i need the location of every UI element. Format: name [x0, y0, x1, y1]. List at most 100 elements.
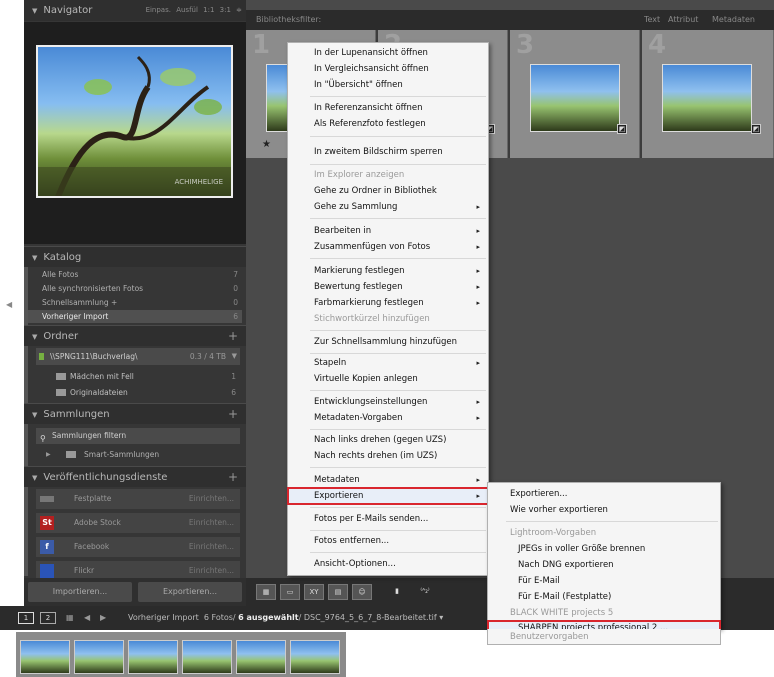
drive-row[interactable]: \\SPNG111\Buchverlag\ 0.3 / 4 TB ▼: [36, 348, 240, 365]
menu-item-add-quick-collection[interactable]: Zur Schnellsammlung hinzufügen: [288, 334, 488, 350]
grid-view-button[interactable]: ▦: [256, 584, 276, 600]
navigator-header[interactable]: ▼ Navigator Einpas. Ausfül 1:1 3:1 ≑: [24, 0, 246, 21]
menu-item-edit-in[interactable]: Bearbeiten in ▸: [288, 223, 488, 239]
vine-photo-graphic: [38, 55, 231, 196]
submenu-item-for-email-disk[interactable]: Für E-Mail (Festplatte): [488, 589, 720, 605]
edited-badge-icon: ◩: [617, 124, 627, 134]
submenu-item-export-dng[interactable]: Nach DNG exportieren: [488, 557, 720, 573]
add-collection-icon[interactable]: +: [228, 404, 238, 425]
submenu-item-export[interactable]: Exportieren...: [488, 486, 720, 502]
publish-service-flickr[interactable]: Flickr Einrichten...: [36, 561, 240, 578]
menu-item-open-loupe[interactable]: In der Lupenansicht öffnen: [288, 45, 488, 61]
menu-item-develop-settings[interactable]: Entwicklungseinstellungen ▸: [288, 394, 488, 410]
thumbnail-image[interactable]: [662, 64, 752, 132]
submenu-item-for-email[interactable]: Für E-Mail: [488, 573, 720, 589]
forward-arrow-icon[interactable]: ▶: [100, 606, 106, 630]
star-icon[interactable]: ★: [262, 139, 271, 150]
setup-button[interactable]: Einrichten...: [189, 561, 234, 578]
menu-item-export[interactable]: Exportieren ▸: [287, 487, 489, 505]
publish-services-header[interactable]: ▼ Veröffentlichungsdienste +: [24, 466, 246, 487]
menu-item-email-photos[interactable]: Fotos per E-Mails senden...: [288, 511, 488, 527]
smart-collections-item[interactable]: ▶ Smart-Sammlungen: [36, 448, 240, 461]
setup-button[interactable]: Einrichten...: [189, 513, 234, 533]
export-button[interactable]: Exportieren...: [138, 582, 242, 602]
filmstrip-thumbnail[interactable]: [74, 640, 124, 674]
grid-cell[interactable]: 3 ◩: [510, 30, 640, 158]
people-view-button[interactable]: ☺: [352, 584, 372, 600]
sort-icon[interactable]: ⁽ᴬ₂⁾: [414, 584, 436, 600]
menu-item-metadata[interactable]: Metadaten ▸: [288, 472, 488, 488]
menu-item-metadata-presets[interactable]: Metadaten-Vorgaben ▸: [288, 410, 488, 426]
menu-item-set-reference[interactable]: Als Referenzfoto festlegen: [288, 116, 488, 132]
filmstrip-thumbnail[interactable]: [128, 640, 178, 674]
ordner-header[interactable]: ▼ Ordner +: [24, 325, 246, 346]
sammlungen-header[interactable]: ▼ Sammlungen +: [24, 403, 246, 424]
menu-item-open-reference[interactable]: In Referenzansicht öffnen: [288, 100, 488, 116]
menu-separator: [310, 530, 486, 531]
menu-item-rotate-left[interactable]: Nach links drehen (gegen UZS): [288, 432, 488, 448]
collection-filter-input[interactable]: ⚲ Sammlungen filtern: [36, 428, 240, 444]
publish-service-facebook[interactable]: f Facebook Einrichten...: [36, 537, 240, 557]
menu-item-open-survey[interactable]: In "Übersicht" öffnen: [288, 77, 488, 93]
add-service-icon[interactable]: +: [228, 467, 238, 488]
filter-text-tab[interactable]: Text: [644, 10, 660, 30]
filmstrip-source-info[interactable]: Vorheriger Import 6 Fotos/ 6 ausgewählt/…: [128, 606, 443, 630]
menu-item-merge-photos[interactable]: Zusammenfügen von Fotos ▸: [288, 239, 488, 255]
submenu-item-export-previous[interactable]: Wie vorher exportieren: [488, 502, 720, 518]
folder-item[interactable]: Mädchen mit Fell 1: [36, 370, 240, 383]
menu-item-view-options[interactable]: Ansicht-Optionen...: [288, 556, 488, 572]
filmstrip-thumbnail[interactable]: [290, 640, 340, 674]
filter-attribute-tab[interactable]: Attribut: [668, 10, 698, 30]
filter-metadata-tab[interactable]: Metadaten: [712, 10, 755, 30]
menu-item-set-flag[interactable]: Markierung festlegen ▸: [288, 263, 488, 279]
menu-item-go-to-collection[interactable]: Gehe zu Sammlung ▸: [288, 199, 488, 215]
menu-item-lock-second-screen[interactable]: In zweitem Bildschirm sperren: [288, 144, 488, 160]
submenu-item-label: Wie vorher exportieren: [510, 505, 608, 515]
katalog-item[interactable]: Schnellsammlung + 0: [28, 296, 242, 309]
katalog-item[interactable]: Alle Fotos 7: [28, 268, 242, 281]
menu-separator: [310, 330, 486, 331]
submenu-arrow-icon: ▸: [476, 492, 480, 500]
navigator-preview-image[interactable]: ACHIMHELIGE: [36, 45, 233, 198]
loupe-view-button[interactable]: ▭: [280, 584, 300, 600]
katalog-item-label: Schnellsammlung +: [42, 298, 118, 307]
menu-item-set-color-label[interactable]: Farbmarkierung festlegen ▸: [288, 295, 488, 311]
publish-service-adobe-stock[interactable]: St Adobe Stock Einrichten...: [36, 513, 240, 533]
left-panel: ▼ Navigator Einpas. Ausfül 1:1 3:1 ≑ ACHI…: [24, 0, 246, 606]
filmstrip-thumbnail[interactable]: [236, 640, 286, 674]
katalog-item-selected[interactable]: Vorheriger Import 6: [28, 310, 242, 323]
menu-item-rotate-right[interactable]: Nach rechts drehen (im UZS): [288, 448, 488, 464]
publish-service-festplatte[interactable]: Festplatte Einrichten...: [36, 489, 240, 509]
window-1-button[interactable]: 1: [18, 612, 34, 624]
katalog-header[interactable]: ▼ Katalog: [24, 246, 246, 267]
navigator-zoom-options[interactable]: Einpas. Ausfül 1:1 3:1 ≑: [146, 0, 242, 21]
window-2-button[interactable]: 2: [40, 612, 56, 624]
panel-collapse-arrow-icon[interactable]: ◀: [6, 300, 12, 309]
dropdown-icon[interactable]: ▼: [232, 348, 237, 365]
menu-item-set-rating[interactable]: Bewertung festlegen ▸: [288, 279, 488, 295]
menu-item-go-to-folder[interactable]: Gehe zu Ordner in Bibliothek: [288, 183, 488, 199]
filmstrip-thumbnail[interactable]: [182, 640, 232, 674]
survey-view-button[interactable]: ▤: [328, 584, 348, 600]
filmstrip-thumbnail[interactable]: [20, 640, 70, 674]
menu-item-open-compare[interactable]: In Vergleichsansicht öffnen: [288, 61, 488, 77]
add-folder-icon[interactable]: +: [228, 326, 238, 347]
submenu-item-label: JPEGs in voller Größe brennen: [518, 544, 646, 554]
setup-button[interactable]: Einrichten...: [189, 537, 234, 557]
submenu-item-burn-jpegs[interactable]: JPEGs in voller Größe brennen: [488, 541, 720, 557]
import-button[interactable]: Importieren...: [28, 582, 132, 602]
menu-item-stack[interactable]: Stapeln ▸: [288, 355, 488, 371]
menu-item-remove-photos[interactable]: Fotos entfernen...: [288, 533, 488, 549]
setup-button[interactable]: Einrichten...: [189, 489, 234, 509]
submenu-arrow-icon: ▸: [476, 476, 480, 484]
expand-triangle-icon[interactable]: ▶: [46, 448, 51, 461]
back-arrow-icon[interactable]: ◀: [84, 606, 90, 630]
folder-item[interactable]: Originaldateien 6: [36, 386, 240, 399]
grid-cell[interactable]: 4 ◩: [642, 30, 774, 158]
katalog-item[interactable]: Alle synchronisierten Fotos 0: [28, 282, 242, 295]
painter-icon[interactable]: ▮: [390, 584, 404, 600]
grid-icon[interactable]: ▦: [66, 606, 74, 630]
thumbnail-image[interactable]: [530, 64, 620, 132]
compare-view-button[interactable]: XY: [304, 584, 324, 600]
menu-item-create-virtual-copies[interactable]: Virtuelle Kopien anlegen: [288, 371, 488, 387]
